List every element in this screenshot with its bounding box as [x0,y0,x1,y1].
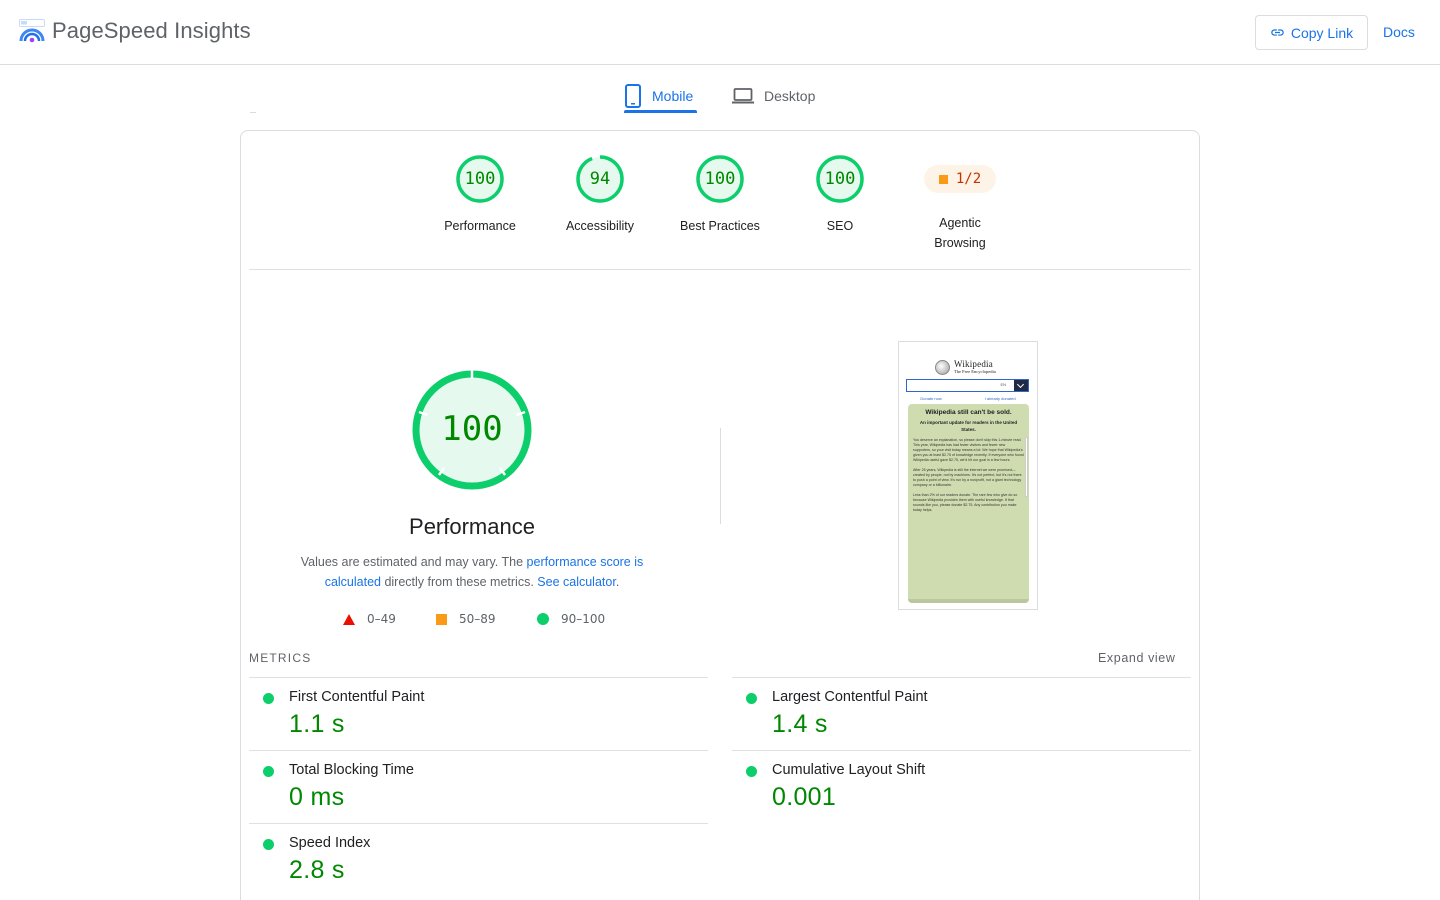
average-square-icon [938,174,948,184]
metric-title: First Contentful Paint [289,689,425,705]
metrics-heading: METRICS [249,651,312,665]
docs-link[interactable]: Docs [1383,24,1415,40]
pass-circle-icon [746,693,757,704]
metric-speed-index: Speed Index 2.8 s [249,823,708,896]
tab-mobile[interactable]: Mobile [624,78,693,113]
tab-selected-indicator [624,110,697,113]
app-title: PageSpeed Insights [52,18,251,43]
laptop-icon [732,87,754,103]
metric-title: Speed Index [289,835,371,851]
agentic-label-line1: Agentic [939,216,981,230]
wikipedia-globe-icon [935,360,950,375]
metric-value: 1.4 s [772,710,828,738]
pass-circle-icon [263,693,274,704]
screenshot-search-box: EN [906,379,1029,392]
screenshot-scrollbar [1025,437,1028,497]
link-icon [1271,29,1284,36]
legend-average: 50–89 [436,612,496,626]
metric-title: Total Blocking Time [289,762,414,778]
screenshot-banner-para: Less than 2% of our readers donate. The … [913,493,1018,512]
metric-first-contentful-paint: First Contentful Paint 1.1 s [249,677,708,750]
agentic-score: 1/2 [955,171,982,187]
gauge-score: 100 [824,169,856,189]
screenshot-banner-para: You deserve an explanation, so please do… [913,438,1024,462]
screenshot-links: Donate now I already donated [899,396,1037,401]
gauge-best-practices[interactable]: 100 Best Practices [660,154,780,236]
divider [249,269,1191,270]
metric-largest-contentful-paint: Largest Contentful Paint 1.4 s [732,677,1191,750]
gauge-score: 100 [464,169,496,189]
screenshot-banner-para: After 25 years, Wikipedia is still the i… [913,468,1022,487]
metric-total-blocking-time: Total Blocking Time 0 ms [249,750,708,823]
expand-view-toggle[interactable]: Expand view [1098,651,1175,665]
copy-link-label: Copy Link [1290,24,1354,41]
final-screenshot[interactable]: Wikipedia The Free Encyclopedia EN Donat… [898,341,1038,610]
desc-prefix: Values are estimated and may vary. The [300,555,527,569]
performance-description: Values are estimated and may vary. The p… [272,552,672,592]
tab-desktop-label: Desktop [764,87,816,104]
pagespeed-logo-icon[interactable] [19,19,45,43]
agentic-browsing-badge[interactable]: 1/2 [924,165,996,193]
divider [250,112,256,113]
screenshot-donate-link: Donate now [920,396,942,401]
gauge-score: 100 [704,169,736,189]
gauge-label: Performance [444,219,516,233]
fail-triangle-icon [343,613,355,625]
gauge-label: Accessibility [565,219,635,233]
legend-pass: 90–100 [537,612,605,626]
performance-score: 100 [441,409,503,449]
performance-title: Performance [409,514,535,539]
tab-desktop[interactable]: Desktop [732,78,815,113]
screenshot-search-lang: EN [1000,382,1006,387]
legend-pass-label: 90–100 [561,612,606,626]
screenshot-banner-heading: Wikipedia still can't be sold. [925,409,1012,416]
gauge-label: Best Practices [680,219,760,233]
metric-title: Cumulative Layout Shift [772,762,926,778]
metric-cumulative-layout-shift: Cumulative Layout Shift 0.001 [732,750,1191,823]
agentic-label-line2: Browsing [934,236,986,250]
legend-fail: 0–49 [343,612,396,626]
metric-title: Largest Contentful Paint [772,689,928,705]
agentic-label: Agentic Browsing [900,213,1020,253]
metric-value: 1.1 s [289,710,345,738]
copy-link-button[interactable]: Copy Link [1255,15,1368,50]
gauge-performance[interactable]: 100 Performance [420,154,540,236]
pass-circle-icon [263,766,274,777]
gauge-accessibility[interactable]: 94 Accessibility [540,154,660,236]
desc-suffix: . [615,575,620,589]
gauge-label: SEO [826,219,854,233]
pass-circle-icon [746,766,757,777]
metric-value: 0.001 [772,783,837,811]
screenshot-search-button [1014,380,1028,391]
metric-value: 2.8 s [289,856,345,884]
screenshot-banner-sub: An important update for readers in the U… [919,420,1018,432]
legend-fail-label: 0–49 [367,612,396,626]
metric-value: 0 ms [289,783,345,811]
pass-circle-icon [263,839,274,850]
screenshot-site-name: Wikipedia [954,359,993,369]
screenshot-donated-link: I already donated [984,396,1016,401]
see-calculator-link[interactable]: See calculator [537,575,616,589]
gauge-seo[interactable]: 100 SEO [780,154,900,236]
top-bar: PageSpeed Insights Copy Link Docs [0,0,1440,65]
screenshot-tagline: The Free Encyclopedia [954,369,996,374]
pass-circle-icon [537,613,549,625]
screenshot-banner: Wikipedia still can't be sold. An import… [908,404,1029,603]
legend-average-label: 50–89 [459,612,496,626]
gauge-score: 94 [589,169,611,189]
phone-icon [625,83,641,108]
tab-mobile-label: Mobile [652,87,694,104]
divider [720,428,721,524]
average-square-icon [436,613,447,625]
desc-mid: directly from these metrics. [380,575,538,589]
